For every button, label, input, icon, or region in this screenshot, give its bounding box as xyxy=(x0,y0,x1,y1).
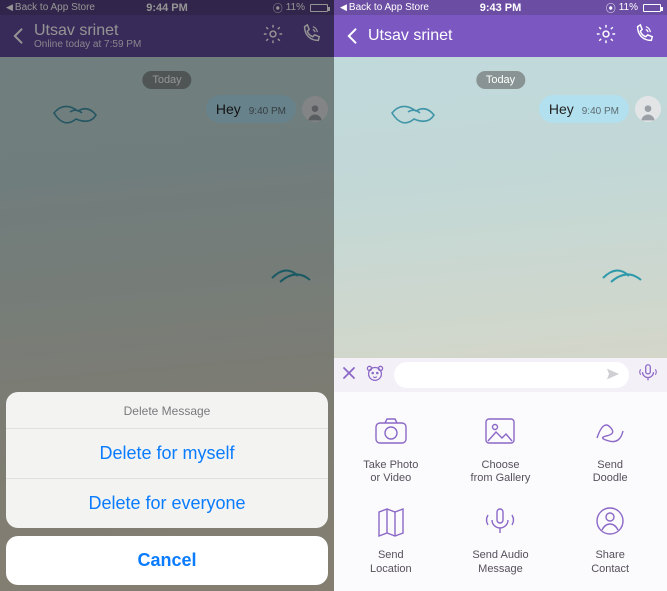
screen-delete-message: ◀ Back to App Store 9:44 PM ⦿ 11% Utsav … xyxy=(0,0,334,591)
status-right: ⦿ 11% xyxy=(606,0,661,15)
message-text: Hey xyxy=(549,101,574,117)
battery-icon xyxy=(643,4,661,12)
avatar[interactable] xyxy=(635,96,661,122)
message-row[interactable]: Hey 9:40 PM xyxy=(539,95,661,123)
audio-message-icon xyxy=(480,501,520,541)
share-contact-button[interactable]: Share Contact xyxy=(557,495,663,582)
message-input[interactable] xyxy=(394,362,629,388)
alarm-icon: ⦿ xyxy=(606,0,616,15)
action-sheet: Delete Message Delete for myself Delete … xyxy=(6,392,328,585)
nav-title-area[interactable]: Utsav srinet xyxy=(368,27,595,45)
input-bar xyxy=(334,358,667,392)
sheet-title: Delete Message xyxy=(6,392,328,429)
camera-icon xyxy=(371,411,411,451)
attach-label: Send Location xyxy=(370,549,412,577)
delete-for-myself-button[interactable]: Delete for myself xyxy=(6,429,328,479)
screen-attachment-panel: ◀ Back to App Store 9:43 PM ⦿ 11% Utsav … xyxy=(334,0,667,591)
send-audio-button[interactable]: Send Audio Message xyxy=(448,495,554,582)
close-attachments-button[interactable] xyxy=(342,366,356,385)
map-icon xyxy=(371,501,411,541)
status-bar: ◀ Back to App Store 9:43 PM ⦿ 11% xyxy=(334,0,667,15)
send-icon xyxy=(605,366,621,382)
attach-label: Take Photo or Video xyxy=(363,459,418,487)
cancel-button[interactable]: Cancel xyxy=(6,536,328,585)
send-location-button[interactable]: Send Location xyxy=(338,495,444,582)
day-separator: Today xyxy=(476,71,525,89)
attachment-panel: Take Photo or Video Choose from Gallery … xyxy=(334,392,667,591)
sticker-button[interactable] xyxy=(364,362,386,389)
nav-bar: Utsav srinet xyxy=(334,15,667,57)
phone-icon xyxy=(633,23,655,45)
gear-icon xyxy=(595,23,617,45)
status-back-label: Back to App Store xyxy=(349,2,429,13)
close-icon xyxy=(342,366,356,380)
chevron-left-icon xyxy=(343,26,363,46)
call-button[interactable] xyxy=(633,23,655,50)
send-doodle-button[interactable]: Send Doodle xyxy=(557,404,663,491)
settings-button[interactable] xyxy=(595,23,617,50)
attach-label: Share Contact xyxy=(591,549,629,577)
microphone-icon xyxy=(637,362,659,384)
person-icon xyxy=(638,102,658,122)
voice-button[interactable] xyxy=(637,362,659,389)
gallery-icon xyxy=(480,411,520,451)
status-back-to-app[interactable]: ◀ Back to App Store xyxy=(340,2,429,13)
status-time: 9:43 PM xyxy=(480,2,522,14)
attach-label: Send Audio Message xyxy=(472,549,528,577)
chat-area[interactable]: Today Hey 9:40 PM xyxy=(334,57,667,591)
bear-icon xyxy=(364,362,386,384)
message-time: 9:40 PM xyxy=(582,106,619,117)
back-chevron-icon: ◀ xyxy=(340,2,347,13)
send-button[interactable] xyxy=(605,366,621,387)
message-bubble[interactable]: Hey 9:40 PM xyxy=(539,95,629,123)
attach-label: Send Doodle xyxy=(593,459,628,487)
choose-gallery-button[interactable]: Choose from Gallery xyxy=(448,404,554,491)
contact-icon xyxy=(590,501,630,541)
doodle-icon xyxy=(590,411,630,451)
delete-for-everyone-button[interactable]: Delete for everyone xyxy=(6,479,328,528)
back-button[interactable] xyxy=(342,26,364,46)
contact-name: Utsav srinet xyxy=(368,27,595,45)
take-photo-button[interactable]: Take Photo or Video xyxy=(338,404,444,491)
battery-percent: 11% xyxy=(619,2,638,13)
attach-label: Choose from Gallery xyxy=(471,459,531,487)
